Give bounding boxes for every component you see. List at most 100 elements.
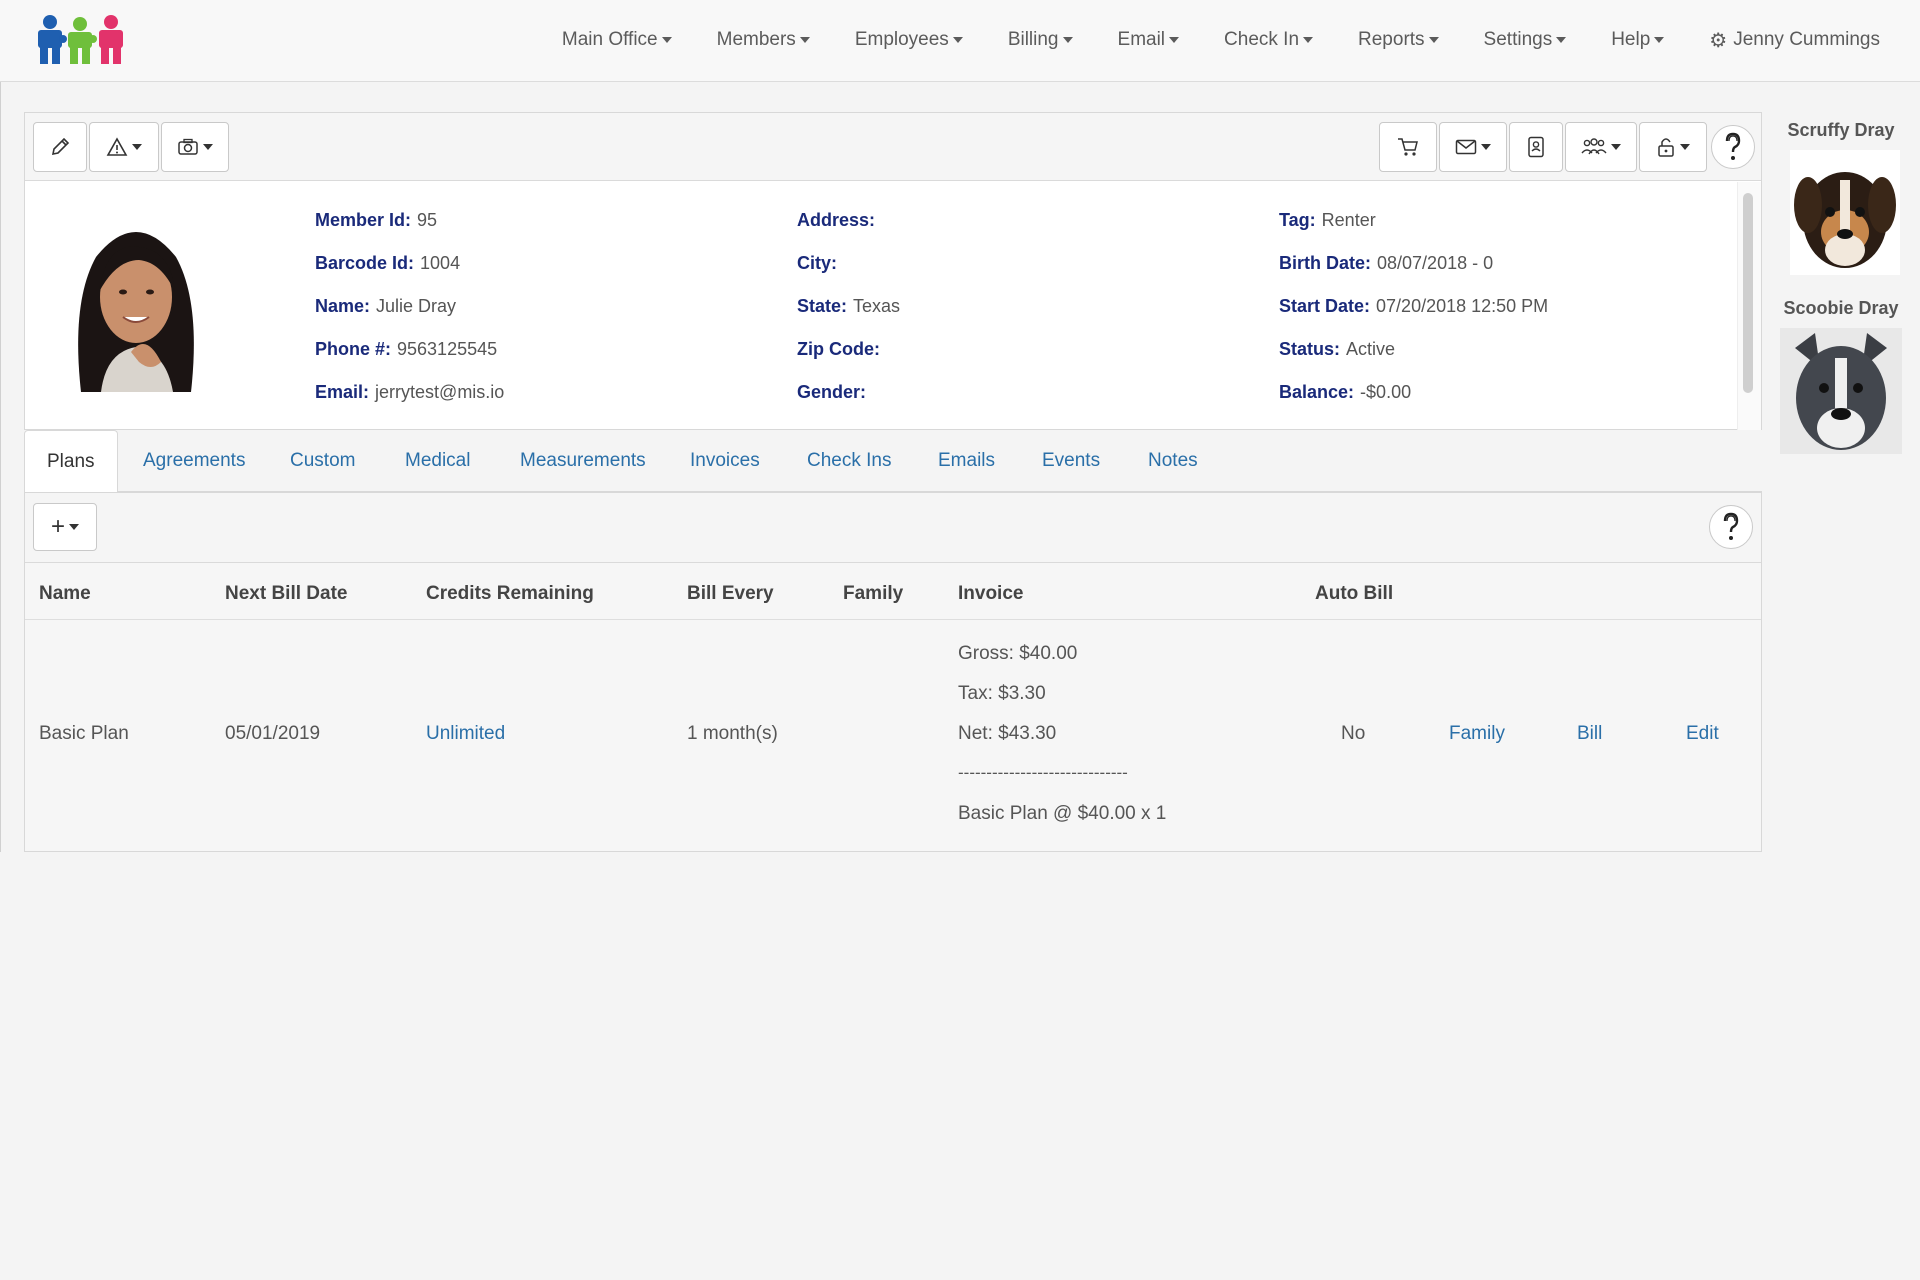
add-plan-dropdown-button[interactable]: + <box>33 503 97 551</box>
invoice-divider: ------------------------------ <box>958 763 1128 782</box>
pet-photo-scoobie[interactable] <box>1780 328 1902 454</box>
tab-events[interactable]: Events <box>1042 430 1100 492</box>
nav-employees[interactable]: Employees <box>855 29 963 51</box>
plans-panel: + Name Next Bill Date Credits Remaining … <box>24 492 1762 852</box>
chevron-down-icon <box>1062 37 1073 43</box>
tab-emails[interactable]: Emails <box>938 430 995 492</box>
left-divider <box>0 82 1 852</box>
nav-check-in[interactable]: Check In <box>1224 29 1314 51</box>
lock-dropdown-button[interactable] <box>1639 122 1707 172</box>
nav-billing[interactable]: Billing <box>1008 29 1073 51</box>
lock-icon <box>1658 138 1674 157</box>
nav-settings[interactable]: Settings <box>1484 29 1567 51</box>
field-barcode-id: Barcode Id: 1004 <box>315 253 461 273</box>
field-birth-date: Birth Date: 08/07/2018 - 0 <box>1279 253 1494 273</box>
tab-custom[interactable]: Custom <box>290 430 355 492</box>
chevron-down-icon <box>132 144 142 150</box>
family-link[interactable]: Family <box>1449 723 1505 745</box>
col-header-invoice[interactable]: Invoice <box>958 583 1023 605</box>
plan-bill-every: 1 month(s) <box>687 723 778 744</box>
plus-icon: + <box>50 513 65 540</box>
help-icon[interactable] <box>1709 505 1753 549</box>
alert-dropdown-button[interactable] <box>89 122 159 172</box>
field-email: Email: jerrytest@mis.io <box>315 382 505 402</box>
field-status: Status: Active <box>1279 339 1396 359</box>
tab-plans[interactable]: Plans <box>24 430 118 493</box>
nav-main-office[interactable]: Main Office <box>562 29 672 51</box>
user-menu[interactable]: ⚙ Jenny Cummings <box>1709 28 1880 53</box>
invoice-gross: Gross: $40.00 <box>958 643 1078 664</box>
chevron-down-icon <box>1680 144 1690 150</box>
field-state: State: Texas <box>797 296 901 316</box>
col-header-next-bill-date[interactable]: Next Bill Date <box>225 583 347 605</box>
col-header-bill-every[interactable]: Bill Every <box>687 583 774 605</box>
tab-check-ins[interactable]: Check Ins <box>807 430 891 492</box>
chevron-down-icon <box>1303 37 1314 43</box>
nav-reports[interactable]: Reports <box>1358 29 1439 51</box>
warning-icon <box>106 137 128 156</box>
main-nav: Main Office Members Employees Billing Em… <box>517 0 1880 80</box>
email-dropdown-button[interactable] <box>1439 122 1507 172</box>
chevron-down-icon <box>203 144 213 150</box>
photo-dropdown-button[interactable] <box>161 122 229 172</box>
nav-email[interactable]: Email <box>1118 29 1180 51</box>
plans-toolbar: + <box>25 493 1761 563</box>
chevron-down-icon <box>1169 37 1180 43</box>
chevron-down-icon <box>1611 144 1621 150</box>
chevron-down-icon <box>1654 37 1665 43</box>
pet-photo-scruffy[interactable] <box>1790 150 1900 275</box>
plan-next-bill-date: 05/01/2019 <box>225 723 321 744</box>
profile-scrollbar-thumb[interactable] <box>1743 193 1753 393</box>
chevron-down-icon <box>952 37 963 43</box>
member-photo <box>61 212 211 392</box>
chevron-down-icon <box>69 524 79 530</box>
family-dropdown-button[interactable] <box>1565 122 1637 172</box>
tab-medical[interactable]: Medical <box>405 430 470 492</box>
chevron-down-icon <box>1428 37 1439 43</box>
plan-auto-bill: No <box>1341 723 1366 744</box>
edit-link[interactable]: Edit <box>1686 723 1719 745</box>
top-navbar: Main Office Members Employees Billing Em… <box>0 0 1920 82</box>
app-logo[interactable] <box>36 14 126 66</box>
nav-help[interactable]: Help <box>1611 29 1665 51</box>
member-tabs: Plans Agreements Custom Medical Measurem… <box>24 430 1762 493</box>
plan-name: Basic Plan <box>39 723 129 744</box>
tab-measurements[interactable]: Measurements <box>520 430 646 492</box>
table-header-divider <box>25 619 1761 620</box>
chevron-down-icon <box>1481 144 1491 150</box>
invoice-detail: Basic Plan @ $40.00 x 1 <box>958 803 1167 824</box>
tab-agreements[interactable]: Agreements <box>143 430 245 492</box>
help-icon[interactable] <box>1711 125 1755 169</box>
field-balance: Balance: -$0.00 <box>1279 382 1412 402</box>
col-header-credits-remaining[interactable]: Credits Remaining <box>426 583 594 605</box>
field-start-date: Start Date: 07/20/2018 12:50 PM <box>1279 296 1549 316</box>
field-name: Name: Julie Dray <box>315 296 457 316</box>
bill-link[interactable]: Bill <box>1577 723 1602 745</box>
invoice-net: Net: $43.30 <box>958 723 1057 744</box>
col-header-name[interactable]: Name <box>39 583 91 605</box>
gear-icon: ⚙ <box>1709 29 1728 52</box>
field-member-id: Member Id: 95 <box>315 210 438 230</box>
field-tag: Tag: Renter <box>1279 210 1376 230</box>
edit-button[interactable] <box>33 122 87 172</box>
contact-book-icon <box>1528 136 1544 158</box>
contact-card-button[interactable] <box>1509 122 1563 172</box>
pet-name-scoobie[interactable]: Scoobie Dray <box>1776 298 1906 319</box>
invoice-tax: Tax: $3.30 <box>958 683 1046 704</box>
field-zip-code: Zip Code: <box>797 339 880 359</box>
cart-button[interactable] <box>1379 122 1437 172</box>
nav-members[interactable]: Members <box>717 29 810 51</box>
member-profile: Member Id: 95 Barcode Id: 1004 Name: Julie … <box>25 182 1737 430</box>
col-header-auto-bill[interactable]: Auto Bill <box>1315 583 1393 605</box>
plan-credits-link[interactable]: Unlimited <box>426 723 505 745</box>
tab-notes[interactable]: Notes <box>1148 430 1198 492</box>
member-toolbar <box>25 113 1761 181</box>
col-header-family[interactable]: Family <box>843 583 903 605</box>
tab-invoices[interactable]: Invoices <box>690 430 760 492</box>
field-city: City: <box>797 253 837 273</box>
pencil-icon <box>51 137 70 156</box>
pet-name-scruffy[interactable]: Scruffy Dray <box>1776 120 1906 141</box>
chevron-down-icon <box>1556 37 1567 43</box>
envelope-icon <box>1455 139 1477 155</box>
field-gender: Gender: <box>797 382 867 402</box>
